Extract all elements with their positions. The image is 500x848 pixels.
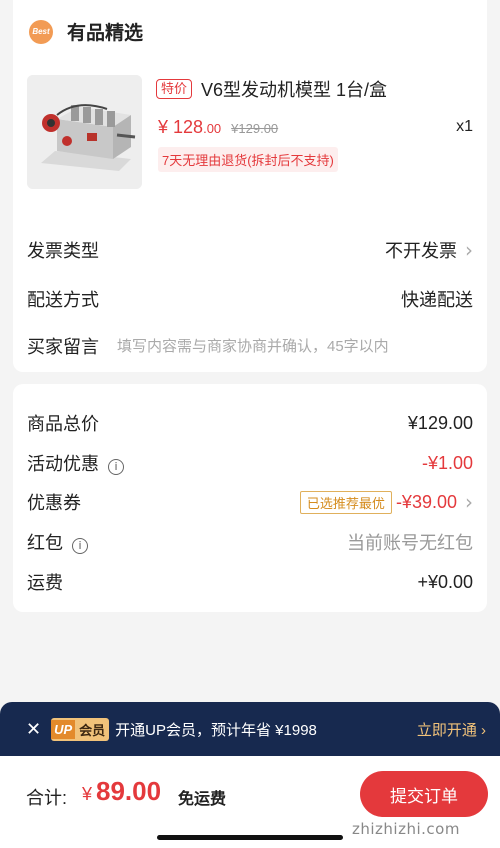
delivery-row: 配送方式 快递配送 xyxy=(27,286,473,312)
total-amount: ¥89.00 xyxy=(82,776,162,806)
store-name: 有品精选 xyxy=(67,23,144,44)
engine-model-image xyxy=(27,75,142,189)
remark-input[interactable] xyxy=(117,337,473,355)
chevron-right-icon: › xyxy=(465,490,473,514)
remark-label: 买家留言 xyxy=(27,337,99,357)
store-header[interactable]: Best 有品精选 xyxy=(29,18,143,45)
submit-order-button[interactable]: 提交订单 xyxy=(360,771,488,817)
remark-row: 买家留言 xyxy=(27,333,473,359)
vip-promo-bar: ✕ UP 会员 开通UP会员，预计年省 ¥1998 立即开通 › xyxy=(0,702,500,756)
product-title[interactable]: V6型发动机模型 1台/盒 xyxy=(201,76,387,102)
invoice-label: 发票类型 xyxy=(27,241,99,261)
coupon-value: -¥39.00 xyxy=(395,491,457,512)
delivery-value: 快递配送 xyxy=(401,290,473,310)
open-vip-link[interactable]: 立即开通 › xyxy=(417,719,486,740)
store-logo: Best xyxy=(29,19,53,44)
invoice-value: 不开发票 › xyxy=(385,238,473,262)
shipping-value: +¥0.00 xyxy=(417,571,473,592)
close-icon[interactable]: ✕ xyxy=(26,719,41,740)
redpacket-row: 红包 i 当前账号无红包 xyxy=(27,529,473,555)
goods-total-value: ¥129.00 xyxy=(407,412,473,433)
delivery-label: 配送方式 xyxy=(27,290,99,310)
order-item-card: Best 有品精选 特价 V6型发动机模型 1台/盒 ¥ 128.00 ¥129… xyxy=(13,0,487,372)
redpacket-value: 当前账号无红包 xyxy=(347,533,473,553)
free-shipping-label: 免运费 xyxy=(178,791,227,808)
goods-total-row: 商品总价 ¥129.00 xyxy=(27,410,473,436)
invoice-row[interactable]: 发票类型 不开发票 › xyxy=(27,237,473,263)
promo-row: 活动优惠 i -¥1.00 xyxy=(27,450,473,476)
info-icon[interactable]: i xyxy=(72,537,89,554)
total-label: 合计: xyxy=(26,788,68,808)
goods-total-label: 商品总价 xyxy=(27,414,99,434)
watermark: zhizhizhi.com xyxy=(352,820,460,838)
home-indicator[interactable] xyxy=(157,835,343,840)
info-icon[interactable]: i xyxy=(108,458,125,475)
price-row: ¥ 128.00 ¥129.00 xyxy=(158,117,278,138)
promo-label: 活动优惠 i xyxy=(27,450,125,476)
shipping-label: 运费 xyxy=(27,573,63,593)
original-price: ¥129.00 xyxy=(231,121,279,136)
quantity: x1 xyxy=(456,118,473,135)
price-summary-card: 商品总价 ¥129.00 活动优惠 i -¥1.00 优惠券 已选推荐最优 -¥… xyxy=(13,384,487,612)
shipping-row: 运费 +¥0.00 xyxy=(27,569,473,595)
chevron-right-icon: › xyxy=(465,238,473,262)
special-price-tag: 特价 xyxy=(156,79,193,99)
current-price: ¥ 128.00 xyxy=(158,117,222,137)
promo-value: -¥1.00 xyxy=(421,452,473,473)
redpacket-label: 红包 i xyxy=(27,529,89,555)
coupon-value-group: 已选推荐最优 -¥39.00 › xyxy=(299,490,473,514)
coupon-recommended-badge: 已选推荐最优 xyxy=(299,490,392,514)
coupon-row[interactable]: 优惠券 已选推荐最优 -¥39.00 › xyxy=(27,489,473,515)
coupon-label: 优惠券 xyxy=(27,493,81,513)
up-vip-badge: UP 会员 xyxy=(51,717,110,741)
product-image[interactable] xyxy=(27,75,142,189)
return-policy-badge: 7天无理由退货(拆封后不支持) xyxy=(158,147,338,172)
vip-promo-text: 开通UP会员，预计年省 ¥1998 xyxy=(115,721,317,739)
